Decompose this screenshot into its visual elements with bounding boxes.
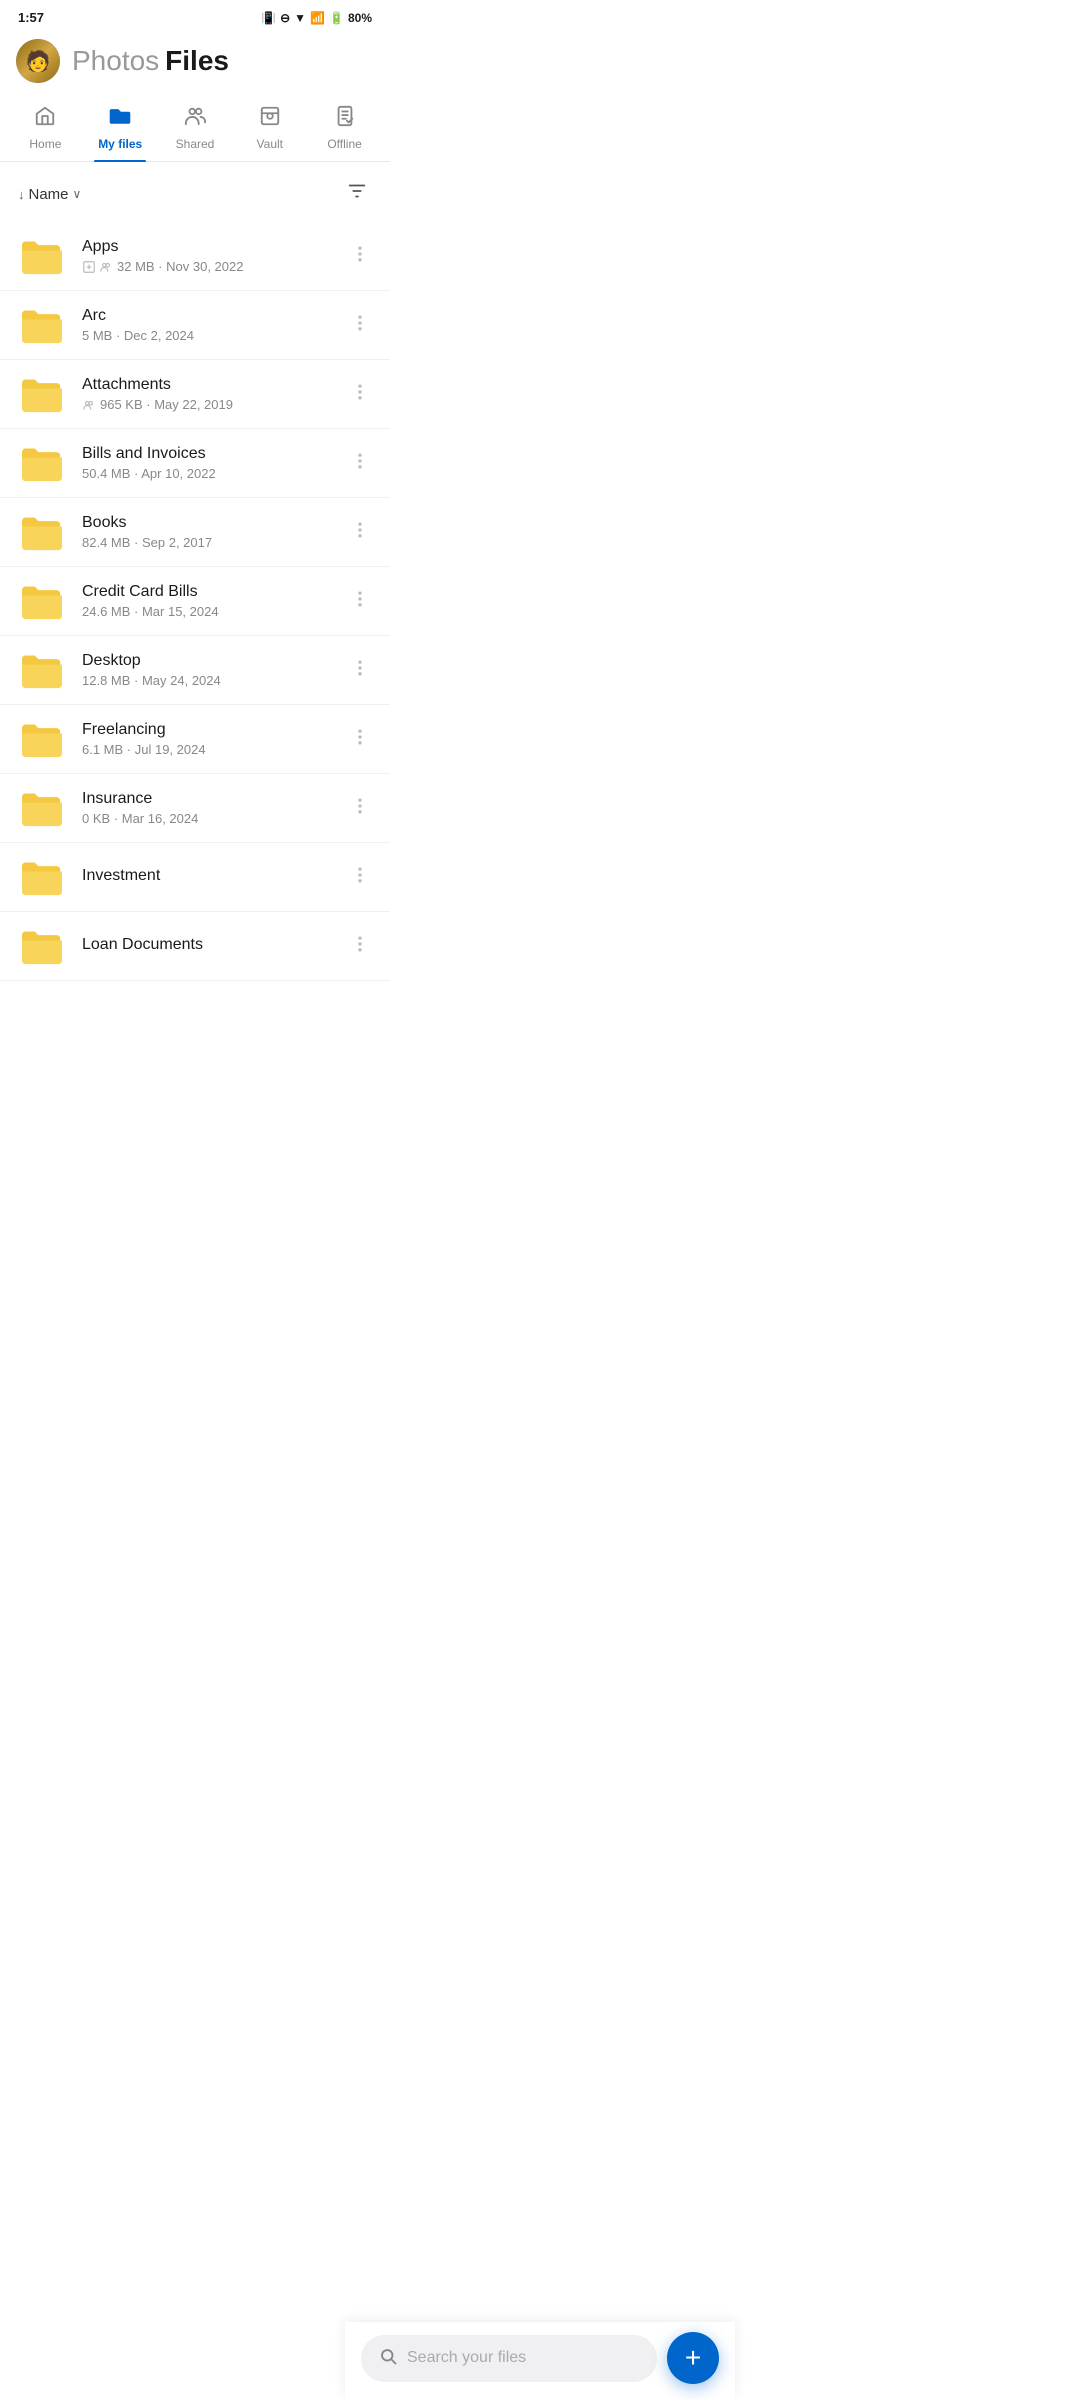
header-photos-label[interactable]: Photos bbox=[72, 45, 159, 77]
list-item[interactable]: Insurance 0 KB · Mar 16, 2024 bbox=[0, 774, 390, 843]
more-options-button[interactable] bbox=[346, 788, 374, 829]
more-options-button[interactable] bbox=[346, 512, 374, 553]
more-options-button[interactable] bbox=[346, 374, 374, 415]
more-options-button[interactable] bbox=[346, 581, 374, 622]
file-meta: 24.6 MB · Mar 15, 2024 bbox=[82, 604, 332, 619]
more-options-button[interactable] bbox=[346, 650, 374, 691]
sort-button[interactable]: ↓ Name ∨ bbox=[18, 186, 81, 203]
more-options-button[interactable] bbox=[346, 857, 374, 898]
vault-icon bbox=[259, 105, 281, 133]
status-bar: 1:57 📳 ⊖ ▼ 📶 🔋 80% bbox=[0, 0, 390, 31]
folder-icon bbox=[16, 510, 68, 554]
filter-button[interactable] bbox=[342, 176, 372, 212]
more-options-button[interactable] bbox=[346, 236, 374, 277]
file-meta: 12.8 MB · May 24, 2024 bbox=[82, 673, 332, 688]
folder-icon bbox=[16, 303, 68, 347]
list-item[interactable]: Books 82.4 MB · Sep 2, 2017 bbox=[0, 498, 390, 567]
more-options-button[interactable] bbox=[346, 305, 374, 346]
tab-offline[interactable]: Offline bbox=[307, 97, 382, 161]
file-name: Desktop bbox=[82, 652, 332, 670]
status-time: 1:57 bbox=[18, 10, 44, 25]
sort-down-icon: ↓ bbox=[18, 187, 25, 202]
list-item[interactable]: Bills and Invoices 50.4 MB · Apr 10, 2022 bbox=[0, 429, 390, 498]
avatar[interactable]: 🧑 bbox=[16, 39, 60, 83]
tab-myfiles[interactable]: My files bbox=[83, 97, 158, 161]
tab-shared[interactable]: Shared bbox=[158, 97, 233, 161]
more-options-button[interactable] bbox=[346, 443, 374, 484]
file-meta: 50.4 MB · Apr 10, 2022 bbox=[82, 466, 332, 481]
list-item[interactable]: Apps 32 MB · Nov 30, 2022 bbox=[0, 222, 390, 291]
myfiles-icon bbox=[108, 105, 132, 133]
tab-vault-label: Vault bbox=[257, 137, 283, 151]
tab-offline-label: Offline bbox=[327, 137, 361, 151]
list-item[interactable]: Arc 5 MB · Dec 2, 2024 bbox=[0, 291, 390, 360]
search-container: Search your files + bbox=[345, 2322, 735, 2400]
header-files-label[interactable]: Files bbox=[165, 45, 229, 77]
folder-icon bbox=[16, 717, 68, 761]
file-name: Freelancing bbox=[82, 721, 332, 739]
folder-icon bbox=[16, 648, 68, 692]
file-name: Arc bbox=[82, 307, 332, 325]
status-icons: 📳 ⊖ ▼ 📶 🔋 80% bbox=[261, 11, 372, 25]
tab-shared-label: Shared bbox=[176, 137, 215, 151]
more-options-button[interactable] bbox=[346, 926, 374, 967]
home-icon bbox=[34, 105, 56, 133]
folder-icon bbox=[16, 579, 68, 623]
search-placeholder: Search your files bbox=[407, 2349, 526, 2367]
sort-bar: ↓ Name ∨ bbox=[0, 162, 390, 222]
file-name: Attachments bbox=[82, 376, 332, 394]
tab-home[interactable]: Home bbox=[8, 97, 83, 161]
more-options-button[interactable] bbox=[346, 719, 374, 760]
list-item[interactable]: Loan Documents bbox=[0, 912, 390, 981]
header: 🧑 Photos Files bbox=[0, 31, 390, 97]
file-meta: 0 KB · Mar 16, 2024 bbox=[82, 811, 332, 826]
file-meta: 32 MB · Nov 30, 2022 bbox=[82, 259, 332, 274]
file-name: Credit Card Bills bbox=[82, 583, 332, 601]
file-name: Bills and Invoices bbox=[82, 445, 332, 463]
file-meta: 5 MB · Dec 2, 2024 bbox=[82, 328, 332, 343]
list-item[interactable]: Credit Card Bills 24.6 MB · Mar 15, 2024 bbox=[0, 567, 390, 636]
file-name: Insurance bbox=[82, 790, 332, 808]
tab-myfiles-label: My files bbox=[98, 137, 142, 151]
file-meta: 965 KB · May 22, 2019 bbox=[82, 397, 332, 412]
folder-icon bbox=[16, 234, 68, 278]
shared-icon bbox=[183, 105, 207, 133]
file-name: Loan Documents bbox=[82, 936, 332, 954]
file-name: Apps bbox=[82, 238, 332, 256]
list-item[interactable]: Investment bbox=[0, 843, 390, 912]
fab-icon: + bbox=[685, 2342, 701, 2374]
list-item[interactable]: Desktop 12.8 MB · May 24, 2024 bbox=[0, 636, 390, 705]
tab-vault[interactable]: Vault bbox=[232, 97, 307, 161]
file-meta: 6.1 MB · Jul 19, 2024 bbox=[82, 742, 332, 757]
offline-icon bbox=[334, 105, 356, 133]
tab-home-label: Home bbox=[29, 137, 61, 151]
file-meta: 82.4 MB · Sep 2, 2017 bbox=[82, 535, 332, 550]
nav-tabs: Home My files Shared Vault bbox=[0, 97, 390, 162]
fab-add-button[interactable]: + bbox=[667, 2332, 719, 2384]
file-list: Apps 32 MB · Nov 30, 2022 Arc 5 MB · Dec 2… bbox=[0, 222, 390, 981]
folder-icon bbox=[16, 855, 68, 899]
list-item[interactable]: Freelancing 6.1 MB · Jul 19, 2024 bbox=[0, 705, 390, 774]
sort-label: Name bbox=[29, 186, 69, 203]
folder-icon bbox=[16, 372, 68, 416]
folder-icon bbox=[16, 924, 68, 968]
folder-icon bbox=[16, 786, 68, 830]
search-bar[interactable]: Search your files bbox=[361, 2335, 657, 2382]
sort-chevron-icon: ∨ bbox=[73, 187, 82, 201]
search-icon bbox=[379, 2347, 397, 2370]
file-name: Books bbox=[82, 514, 332, 532]
folder-icon bbox=[16, 441, 68, 485]
file-name: Investment bbox=[82, 867, 332, 885]
list-item[interactable]: Attachments 965 KB · May 22, 2019 bbox=[0, 360, 390, 429]
